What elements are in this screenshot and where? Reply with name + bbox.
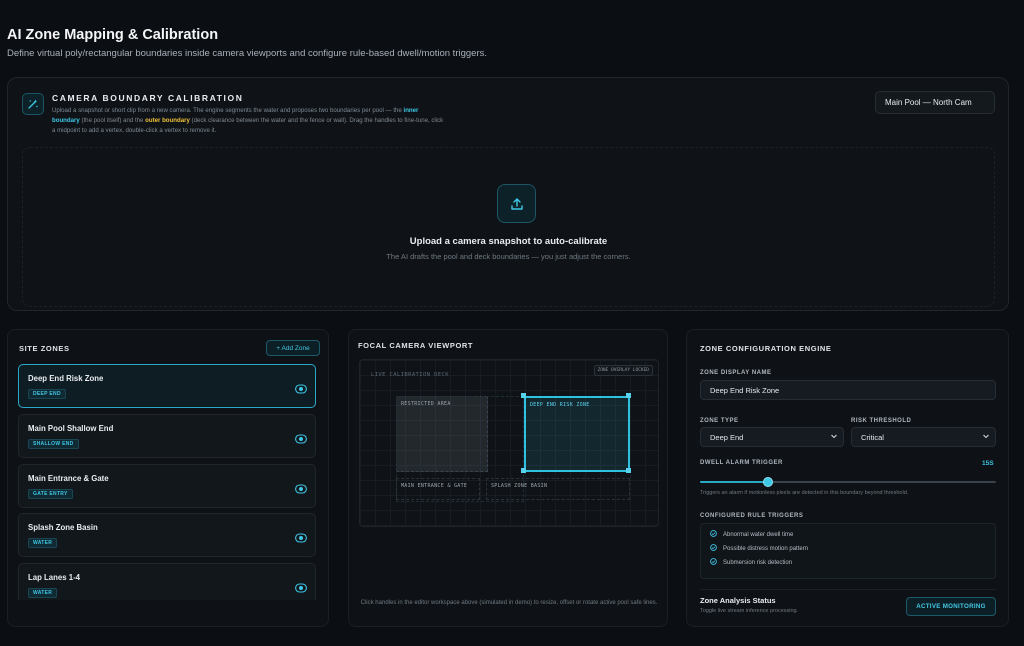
- resize-handle[interactable]: [521, 393, 526, 398]
- viewport-hint: Click handles in the editor workspace ab…: [360, 600, 658, 606]
- upload-subtitle: The AI drafts the pool and deck boundari…: [386, 252, 631, 261]
- camera-boundary-calibration-card: CAMERA BOUNDARY CALIBRATION Upload a sna…: [7, 77, 1009, 311]
- zone-name: Lap Lanes 1-4: [28, 573, 80, 582]
- rule-triggers-list: Abnormal water dwell time Possible distr…: [700, 523, 996, 579]
- zone-label: SPLASH ZONE BASIN: [491, 483, 548, 489]
- zone-configuration-panel: ZONE CONFIGURATION ENGINE ZONE DISPLAY N…: [686, 329, 1009, 627]
- site-zones-title: SITE ZONES: [19, 344, 70, 353]
- zone-analysis-status-title: Zone Analysis Status: [700, 596, 776, 605]
- eye-toggle-icon[interactable]: [295, 580, 307, 598]
- outer-boundary-label: outer boundary: [145, 117, 190, 124]
- zone-label: DEEP END RISK ZONE: [530, 402, 590, 408]
- zone-card-splash[interactable]: Splash Zone Basin WATER: [18, 513, 316, 557]
- rule-item: Abnormal water dwell time: [710, 530, 793, 539]
- upload-title: Upload a camera snapshot to auto-calibra…: [409, 236, 608, 247]
- rule-item: Submersion risk detection: [710, 558, 792, 567]
- zone-card-shallow-end[interactable]: Main Pool Shallow End SHALLOW END: [18, 414, 316, 458]
- check-circle-icon: [710, 530, 717, 539]
- dwell-alarm-label: DWELL ALARM TRIGGER: [700, 460, 783, 466]
- zone-tag: GATE ENTRY: [28, 489, 73, 499]
- dwell-value: 15S: [982, 460, 994, 467]
- deep-end-risk-zone[interactable]: DEEP END RISK ZONE: [524, 396, 630, 472]
- viewport-title: FOCAL CAMERA VIEWPORT: [358, 341, 474, 350]
- divider: [700, 589, 996, 590]
- zone-card-lap-lanes[interactable]: Lap Lanes 1-4 WATER: [18, 563, 316, 600]
- zone-type-select[interactable]: Deep End: [700, 427, 844, 447]
- splash-zone-basin[interactable]: SPLASH ZONE BASIN: [486, 478, 630, 500]
- add-zone-button[interactable]: + Add Zone: [266, 340, 320, 356]
- risk-threshold-select[interactable]: Critical: [851, 427, 996, 447]
- dwell-slider-fill: [700, 481, 769, 483]
- check-circle-icon: [710, 544, 717, 553]
- zone-name: Deep End Risk Zone: [28, 374, 104, 383]
- eye-toggle-icon[interactable]: [295, 431, 307, 449]
- page-subtitle: Define virtual poly/rectangular boundari…: [7, 48, 488, 59]
- zone-tag: SHALLOW END: [28, 439, 79, 449]
- zone-label: MAIN ENTRANCE & GATE: [401, 483, 468, 489]
- main-entrance-zone[interactable]: MAIN ENTRANCE & GATE: [396, 478, 480, 500]
- resize-handle[interactable]: [626, 393, 631, 398]
- zone-type-label: ZONE TYPE: [700, 418, 739, 424]
- eye-toggle-icon[interactable]: [295, 530, 307, 548]
- resize-handle[interactable]: [626, 468, 631, 473]
- zone-display-name-input[interactable]: Deep End Risk Zone: [700, 380, 996, 400]
- zone-name: Main Pool Shallow End: [28, 424, 114, 433]
- zone-tag: WATER: [28, 588, 58, 598]
- focal-camera-viewport-panel: FOCAL CAMERA VIEWPORT ZONE OVERLAY LOCKE…: [348, 329, 668, 627]
- live-calibration-label: LIVE CALIBRATION DECK: [371, 372, 449, 378]
- display-name-label: ZONE DISPLAY NAME: [700, 370, 772, 376]
- risk-threshold-label: RISK THRESHOLD: [851, 418, 912, 424]
- config-title: ZONE CONFIGURATION ENGINE: [700, 344, 832, 353]
- dwell-hint: Triggers an alarm if motionless pixels a…: [700, 490, 909, 496]
- zone-name: Splash Zone Basin: [28, 523, 98, 532]
- upload-icon[interactable]: [497, 184, 536, 223]
- page-title: AI Zone Mapping & Calibration: [7, 27, 219, 43]
- rule-triggers-label: CONFIGURED RULE TRIGGERS: [700, 513, 804, 519]
- dwell-slider-track[interactable]: [700, 481, 996, 483]
- chevron-down-icon: [830, 432, 838, 442]
- zone-name: Main Entrance & Gate: [28, 474, 109, 483]
- zone-card-entrance[interactable]: Main Entrance & Gate GATE ENTRY: [18, 464, 316, 508]
- calibration-description: Upload a snapshot or short clip from a n…: [52, 107, 444, 134]
- snapshot-upload-dropzone[interactable]: Upload a camera snapshot to auto-calibra…: [22, 147, 995, 307]
- zone-analysis-status-subtitle: Toggle live stream inference processing.: [700, 608, 799, 614]
- zone-tag: DEEP END: [28, 389, 66, 399]
- wand-icon: [22, 93, 44, 115]
- calibration-heading: CAMERA BOUNDARY CALIBRATION: [52, 93, 244, 103]
- active-monitoring-button[interactable]: ACTIVE MONITORING: [906, 597, 996, 616]
- camera-select[interactable]: Main Pool — North Cam: [875, 91, 995, 114]
- chevron-down-icon: [982, 432, 990, 442]
- site-zones-panel: SITE ZONES + Add Zone Deep End Risk Zone…: [7, 329, 329, 627]
- check-circle-icon: [710, 558, 717, 567]
- camera-viewport[interactable]: ZONE OVERLAY LOCKED LIVE CALIBRATION DEC…: [359, 359, 659, 527]
- eye-toggle-icon[interactable]: [295, 481, 307, 499]
- zone-card-deep-end[interactable]: Deep End Risk Zone DEEP END: [18, 364, 316, 408]
- dwell-slider-thumb[interactable]: [763, 477, 774, 487]
- resize-handle[interactable]: [521, 468, 526, 473]
- zone-tag: WATER: [28, 538, 58, 548]
- zone-list: Deep End Risk Zone DEEP END Main Pool Sh…: [18, 364, 318, 600]
- eye-toggle-icon[interactable]: [295, 381, 307, 399]
- rule-item: Possible distress motion pattern: [710, 544, 808, 553]
- overlay-locked-badge: ZONE OVERLAY LOCKED: [593, 365, 653, 376]
